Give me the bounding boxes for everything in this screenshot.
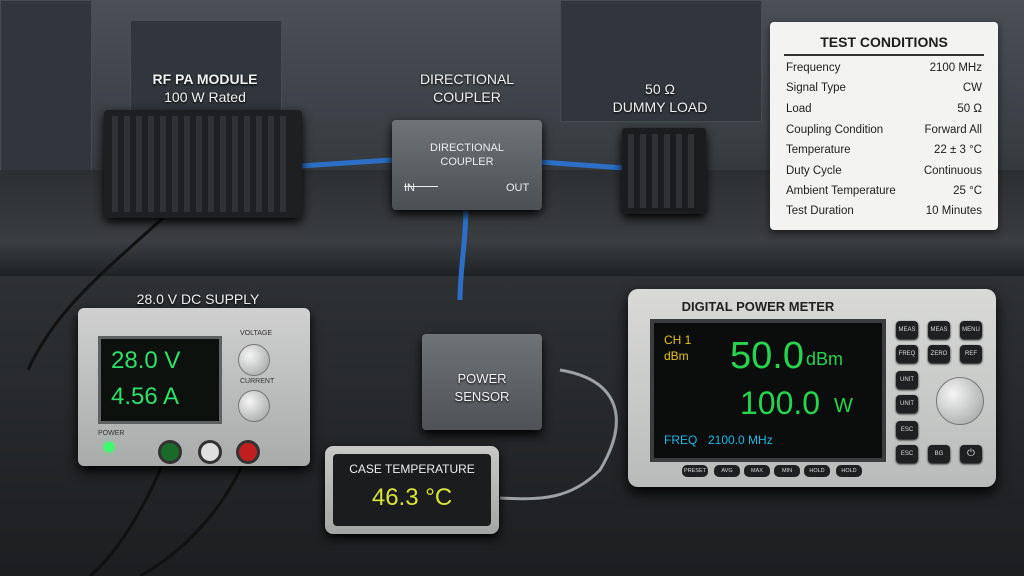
condition-value: 25 °C <box>953 185 982 197</box>
condition-row: Temperature 22 ± 3 °C <box>786 144 982 164</box>
case-temp-title: CASE TEMPERATURE <box>349 462 475 476</box>
coupler-label: DIRECTIONAL COUPLER <box>392 70 542 106</box>
condition-value: Continuous <box>923 165 982 177</box>
condition-key: Coupling Condition <box>786 124 884 136</box>
test-conditions-card: TEST CONDITIONS Frequency 2100 MHz Signal… <box>770 22 998 230</box>
dummy-load-label: 50 Ω DUMMY LOAD <box>585 80 735 116</box>
meter-watt-value: 100.0 <box>740 385 821 421</box>
zero-button[interactable]: ZERO <box>928 345 950 363</box>
meter-rotary-knob[interactable] <box>936 377 984 425</box>
power-led <box>104 442 114 452</box>
condition-key: Frequency <box>786 62 841 74</box>
pa-module-label: RF PA MODULE 100 W Rated <box>130 70 280 106</box>
rf-cable-pa-to-coupler <box>299 157 393 169</box>
power-button-icon[interactable]: ⏻ <box>960 445 982 463</box>
meter-dbm-unit: dBm <box>806 349 844 369</box>
coupler-face-line2: COUPLER <box>440 156 494 168</box>
condition-key: Signal Type <box>786 82 846 94</box>
coupler-arrow-icon <box>404 186 438 187</box>
negative-terminal[interactable] <box>158 440 182 464</box>
unit-button[interactable]: UNIT <box>896 371 918 389</box>
ground-terminal[interactable] <box>198 440 222 464</box>
max-button[interactable]: MAX <box>744 465 770 477</box>
sensor-label-line2: SENSOR <box>454 389 510 404</box>
meter-freq-value: 2100.0 MHz <box>708 433 773 447</box>
current-knob[interactable] <box>238 390 270 422</box>
red-lead <box>139 455 248 576</box>
condition-value: 50 Ω <box>957 103 982 115</box>
load-label-line2: DUMMY LOAD <box>612 99 708 115</box>
condition-row: Coupling Condition Forward All <box>786 124 982 144</box>
current-knob-label: CURRENT <box>240 378 275 385</box>
dummy-load <box>622 128 706 214</box>
condition-key: Load <box>786 103 812 115</box>
black-lead <box>89 455 168 576</box>
condition-row: Frequency 2100 MHz <box>786 62 982 82</box>
psu-display: 28.0 V 4.56 A <box>98 336 222 424</box>
case-temp-value: 46.3 °C <box>371 484 453 511</box>
coupler-label-line1: DIRECTIONAL <box>419 71 515 87</box>
condition-key: Ambient Temperature <box>786 185 896 197</box>
positive-terminal[interactable] <box>236 440 260 464</box>
hold-button[interactable]: HOLD <box>804 465 830 477</box>
directional-coupler: DIRECTIONAL COUPLER IN OUT <box>392 120 542 210</box>
dc-power-supply: 28.0 V 4.56 A VOLTAGE CURRENT POWER <box>78 308 310 466</box>
voltage-knob-label: VOLTAGE <box>240 330 273 337</box>
condition-row: Test Duration 10 Minutes <box>786 205 982 225</box>
freq-button[interactable]: FREQ <box>896 345 918 363</box>
meter-freq-label: FREQ <box>664 433 698 447</box>
condition-row: Signal Type CW <box>786 82 982 102</box>
digital-power-meter: DIGITAL POWER METER CH 1 dBm 50.0 dBm 10… <box>628 289 996 487</box>
test-conditions-title: TEST CONDITIONS <box>820 34 948 50</box>
esc-button[interactable]: ESC <box>896 421 918 439</box>
coupler-face-line1: DIRECTIONAL <box>430 142 504 154</box>
condition-key: Test Duration <box>786 205 854 217</box>
bg-button[interactable]: BG <box>928 445 950 463</box>
esc-button-2[interactable]: ESC <box>896 445 918 463</box>
meas-button[interactable]: MEAS <box>896 321 918 339</box>
hold-button-2[interactable]: HOLD <box>836 465 862 477</box>
psu-current-readout: 4.56 A <box>111 383 180 410</box>
avg-button[interactable]: AVG <box>714 465 740 477</box>
condition-value: CW <box>962 82 982 94</box>
voltage-knob[interactable] <box>238 344 270 376</box>
coupler-in-label: IN <box>404 182 415 194</box>
condition-row: Load 50 Ω <box>786 103 982 123</box>
power-label: POWER <box>98 430 125 437</box>
case-temperature-display: CASE TEMPERATURE 46.3 °C <box>325 446 499 534</box>
meter-watt-unit: W <box>834 395 853 417</box>
condition-value: 2100 MHz <box>929 62 982 74</box>
meter-dbm-value: 50.0 <box>730 335 804 377</box>
pa-label-line2: 100 W Rated <box>164 89 246 105</box>
condition-value: 22 ± 3 °C <box>934 144 982 156</box>
meter-display: CH 1 dBm 50.0 dBm 100.0 W FREQ 2100.0 MH… <box>650 319 886 462</box>
load-label-line1: 50 Ω <box>645 81 675 97</box>
menu-button[interactable]: MENU <box>960 321 982 339</box>
rf-pa-module <box>104 110 302 218</box>
preset-button[interactable]: PRESET <box>682 465 708 477</box>
condition-value: 10 Minutes <box>925 205 982 217</box>
sensor-label-line1: POWER <box>457 371 507 386</box>
min-button[interactable]: MIN <box>774 465 800 477</box>
psu-voltage-readout: 28.0 V <box>111 347 181 374</box>
condition-row: Duty Cycle Continuous <box>786 165 982 185</box>
power-sensor: POWER SENSOR <box>422 334 542 430</box>
meter-channel: CH 1 <box>664 333 692 347</box>
coupler-out-label: OUT <box>506 182 530 194</box>
condition-key: Duty Cycle <box>786 165 842 177</box>
ref-button[interactable]: REF <box>960 345 982 363</box>
unit-button-2[interactable]: UNIT <box>896 395 918 413</box>
condition-value: Forward All <box>924 124 982 136</box>
rf-cable-coupler-to-load <box>539 159 625 171</box>
condition-row: Ambient Temperature 25 °C <box>786 185 982 205</box>
condition-key: Temperature <box>786 144 851 156</box>
pa-label-line1: RF PA MODULE <box>152 71 258 87</box>
meter-title: DIGITAL POWER METER <box>681 299 835 314</box>
rf-cable-coupler-to-sensor <box>457 205 469 301</box>
coupler-label-line2: COUPLER <box>433 89 501 105</box>
meter-unit-label: dBm <box>664 349 689 363</box>
dc-supply-label: 28.0 V DC SUPPLY <box>136 291 260 307</box>
meas-button-2[interactable]: MEAS <box>928 321 950 339</box>
